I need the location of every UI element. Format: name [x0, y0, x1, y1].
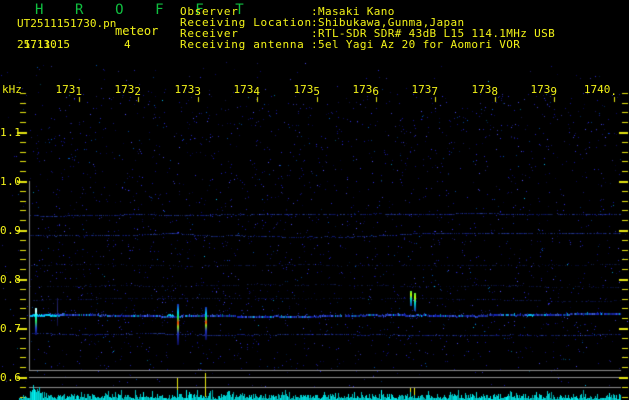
- time-value: 17:30: [23, 38, 57, 51]
- spectrogram-canvas: [0, 0, 629, 400]
- datetime-row: 25.11.15 17:30: [17, 38, 70, 51]
- y-tick-label: 0.6: [0, 371, 22, 384]
- x-tick-label: 1739: [530, 83, 558, 98]
- x-tick-label: 1734: [233, 83, 261, 98]
- y-tick-label: 0.8: [0, 273, 22, 286]
- x-tick-label: 1731: [55, 83, 83, 98]
- x-tick-label: 1736: [352, 83, 380, 98]
- x-tick-label: 1738: [471, 83, 499, 98]
- field-label: Receiving antenna: [180, 38, 305, 51]
- y-tick-label: 1.0: [0, 175, 22, 188]
- field-separator: :: [311, 38, 318, 51]
- y-tick-label: 1.1: [0, 126, 22, 139]
- x-tick-label: 1732: [114, 83, 142, 98]
- hrofft-screen: H R O F F T UT2511151730.pn meteor 25.11…: [0, 0, 629, 400]
- y-tick-label: 0.9: [0, 224, 22, 237]
- meteor-count: 4: [124, 38, 131, 51]
- y-axis-unit-label: kHz: [2, 83, 22, 96]
- y-tick-label: 0.7: [0, 322, 22, 335]
- output-filename: UT2511151730.pn: [17, 17, 117, 30]
- x-tick-label: 1733: [174, 83, 202, 98]
- watermark-label: meteor: [115, 24, 159, 38]
- x-tick-label: 1740.: [583, 83, 617, 98]
- station-info-fields: Observer: Masaki Kano Receiving Location: S…: [180, 6, 629, 58]
- field-value: 5el Yagi Az 20 for Aomori VOR: [318, 38, 521, 51]
- x-tick-label: 1735: [293, 83, 321, 98]
- x-tick-label: 1737: [411, 83, 439, 98]
